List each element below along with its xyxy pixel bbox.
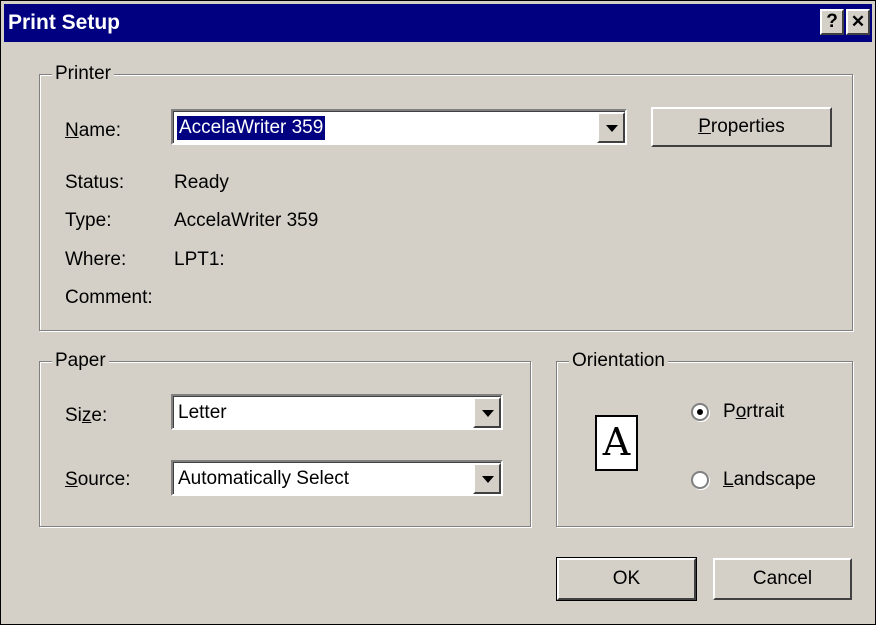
paper-source-dropdown-button[interactable] <box>473 463 501 494</box>
type-label: Type: <box>65 210 112 231</box>
where-label: Where: <box>65 249 127 270</box>
printer-name-dropdown-button[interactable] <box>597 112 625 143</box>
status-label: Status: <box>65 172 125 193</box>
paper-size-select[interactable]: Letter <box>171 394 503 430</box>
paper-size-dropdown-button[interactable] <box>473 397 501 428</box>
properties-button[interactable]: Properties <box>651 107 832 147</box>
status-value: Ready <box>174 172 229 193</box>
print-setup-dialog: Print Setup ? ✕ Printer Name: AccelaWrit… <box>0 0 876 625</box>
chevron-down-icon <box>606 125 618 132</box>
printer-name-value: AccelaWriter 359 <box>177 116 326 140</box>
chevron-down-icon <box>482 410 494 417</box>
orientation-legend: Orientation <box>569 350 668 372</box>
source-label: Source: <box>65 469 131 490</box>
where-value: LPT1: <box>174 249 225 270</box>
paper-source-value: Automatically Select <box>178 468 350 489</box>
portrait-label[interactable]: Portrait <box>723 400 784 424</box>
ok-button[interactable]: OK <box>556 557 697 601</box>
paper-legend: Paper <box>52 350 109 372</box>
printer-legend: Printer <box>52 63 114 85</box>
landscape-radio[interactable] <box>691 471 709 489</box>
paper-group: Paper <box>39 350 531 527</box>
help-button[interactable]: ? <box>820 9 844 35</box>
title-bar[interactable]: Print Setup ? ✕ <box>4 4 872 42</box>
landscape-label[interactable]: Landscape <box>723 468 816 492</box>
window-title: Print Setup <box>8 11 121 34</box>
comment-label: Comment: <box>65 287 153 308</box>
paper-size-value: Letter <box>178 402 227 423</box>
type-value: AccelaWriter 359 <box>174 210 319 231</box>
close-icon: ✕ <box>850 12 866 31</box>
size-label: Size: <box>65 405 108 426</box>
printer-name-select[interactable]: AccelaWriter 359 <box>171 109 627 145</box>
radio-selected-dot <box>697 409 703 415</box>
paper-source-select[interactable]: Automatically Select <box>171 460 503 496</box>
portrait-radio[interactable] <box>691 403 709 421</box>
cancel-button[interactable]: Cancel <box>713 558 852 600</box>
chevron-down-icon <box>482 476 494 483</box>
printer-name-label: Name: <box>65 120 121 141</box>
help-icon: ? <box>826 11 838 32</box>
close-button[interactable]: ✕ <box>846 9 870 35</box>
portrait-page-icon: A <box>595 415 638 471</box>
